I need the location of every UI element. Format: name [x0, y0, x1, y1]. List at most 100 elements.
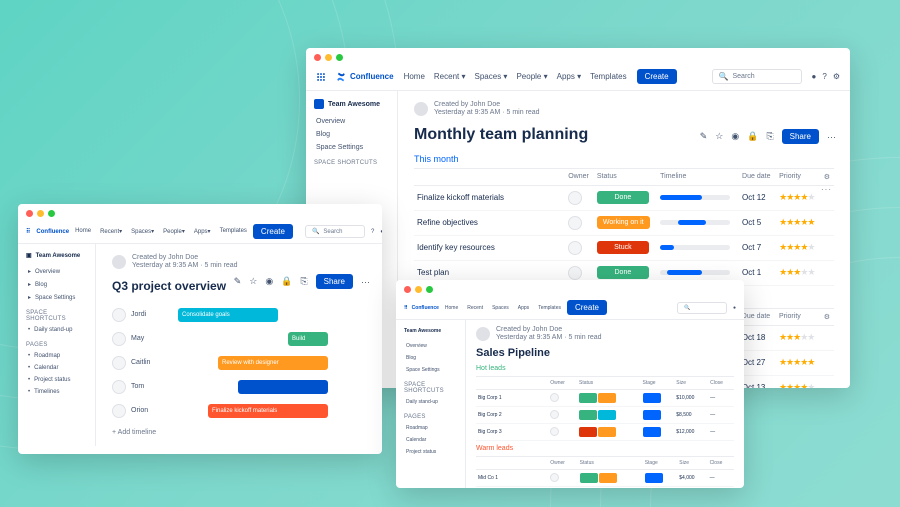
create-button[interactable]: Create: [637, 69, 677, 84]
size-cell[interactable]: $10,000: [674, 389, 708, 406]
sidebar-shortcut[interactable]: • Daily stand-up: [26, 324, 87, 336]
task-cell[interactable]: Finalize kickoff materials: [414, 185, 565, 210]
status-pill[interactable]: Stuck: [597, 241, 649, 254]
company-cell[interactable]: Big Corp 2: [476, 406, 548, 423]
close-icon[interactable]: [314, 54, 321, 61]
priority-cell[interactable]: ★★★★★: [776, 185, 821, 210]
person-avatar[interactable]: [112, 332, 126, 346]
close-cell[interactable]: —: [708, 486, 734, 488]
col-owner[interactable]: Owner: [565, 168, 594, 185]
table-row[interactable]: Identify key resources Stuck Oct 7 ★★★★★: [414, 235, 834, 260]
avatar-icon[interactable]: ●: [733, 305, 736, 311]
space-name[interactable]: ▣ Team Awesome: [26, 252, 87, 259]
space-name[interactable]: Team Awesome: [404, 328, 457, 334]
col-due[interactable]: Due date: [739, 168, 776, 185]
size-cell[interactable]: $8,500: [674, 406, 708, 423]
star-icon[interactable]: ☆: [715, 131, 723, 142]
nav-templates[interactable]: Templates: [590, 72, 626, 81]
due-cell[interactable]: Oct 7: [739, 235, 776, 260]
nav-home[interactable]: Home: [404, 72, 425, 81]
col-timeline[interactable]: Timeline: [657, 168, 739, 185]
confluence-logo[interactable]: Confluence: [336, 72, 394, 82]
nav-spaces[interactable]: Spaces ▾: [475, 72, 508, 81]
owner-avatar[interactable]: [550, 427, 559, 436]
nav-people[interactable]: People ▾: [516, 72, 547, 81]
stage-chip[interactable]: [643, 393, 661, 403]
status-chip[interactable]: [579, 393, 597, 403]
owner-avatar[interactable]: [568, 191, 582, 205]
close-icon[interactable]: [26, 210, 33, 217]
owner-avatar[interactable]: [568, 266, 582, 280]
priority-cell[interactable]: ★★★★★: [776, 235, 821, 260]
stage-chip[interactable]: [645, 473, 663, 483]
table-row[interactable]: Big Corp 2 $8,500 —: [476, 406, 734, 423]
search-input[interactable]: 🔍: [677, 302, 727, 314]
status-chip[interactable]: [598, 393, 616, 403]
status-chip[interactable]: [598, 427, 616, 437]
author-avatar[interactable]: [112, 255, 126, 269]
add-timeline-button[interactable]: + Add timeline: [112, 423, 366, 436]
link-icon[interactable]: ⎘: [300, 276, 307, 287]
due-cell[interactable]: Oct 1: [739, 260, 776, 285]
notification-icon[interactable]: ●: [812, 72, 817, 81]
search-input[interactable]: 🔍 Search: [712, 69, 802, 84]
space-name[interactable]: Team Awesome: [314, 99, 389, 109]
sidebar-overview[interactable]: ▸ Overview: [26, 265, 87, 278]
task-cell[interactable]: Identify key resources: [414, 235, 565, 260]
table-row[interactable]: Big Corp 3 $12,000 —: [476, 423, 734, 440]
sidebar-blog[interactable]: Blog: [314, 128, 389, 141]
close-cell[interactable]: —: [708, 389, 734, 406]
owner-avatar[interactable]: [550, 473, 559, 482]
person-avatar[interactable]: [112, 404, 126, 418]
minimize-icon[interactable]: [415, 286, 422, 293]
size-cell[interactable]: $12,000: [674, 423, 708, 440]
status-chip[interactable]: [580, 473, 598, 483]
close-cell[interactable]: —: [708, 469, 734, 486]
sidebar-blog[interactable]: ▸ Blog: [26, 278, 87, 291]
task-cell[interactable]: Refine objectives: [414, 210, 565, 235]
owner-avatar[interactable]: [568, 216, 582, 230]
sidebar-settings[interactable]: Space Settings: [314, 141, 389, 154]
maximize-icon[interactable]: [48, 210, 55, 217]
company-cell[interactable]: Big Corp 3: [476, 423, 548, 440]
due-cell[interactable]: Oct 5: [739, 210, 776, 235]
sidebar-overview[interactable]: Overview: [314, 115, 389, 128]
close-icon[interactable]: [404, 286, 411, 293]
avatar-icon[interactable]: ●: [380, 229, 382, 235]
help-icon[interactable]: ?: [371, 229, 374, 235]
minimize-icon[interactable]: [325, 54, 332, 61]
person-avatar[interactable]: [112, 380, 126, 394]
owner-avatar[interactable]: [550, 393, 559, 402]
stage-chip[interactable]: [643, 427, 661, 437]
owner-avatar[interactable]: [568, 241, 582, 255]
table-row[interactable]: Refine objectives Working on it Oct 5 ★★…: [414, 210, 834, 235]
sidebar-settings[interactable]: ▸ Space Settings: [26, 291, 87, 304]
stage-chip[interactable]: [643, 410, 661, 420]
priority-cell[interactable]: ★★★★★: [776, 210, 821, 235]
nav-apps[interactable]: Apps ▾: [557, 72, 581, 81]
share-button[interactable]: Share: [782, 129, 819, 144]
status-pill[interactable]: Done: [597, 266, 649, 279]
create-button[interactable]: Create: [253, 224, 293, 239]
lock-icon[interactable]: 🔒: [281, 276, 292, 287]
app-switcher-icon[interactable]: [316, 72, 326, 82]
watch-icon[interactable]: ◉: [731, 131, 739, 142]
settings-icon[interactable]: ⚙: [833, 72, 840, 81]
timeline-bar[interactable]: [660, 195, 730, 200]
gantt-bar[interactable]: Finalize kickoff materials: [208, 404, 328, 418]
more-icon[interactable]: ···: [827, 132, 836, 142]
table-row[interactable]: Big Corp 1 $10,000 —: [476, 389, 734, 406]
status-pill[interactable]: Done: [597, 191, 649, 204]
maximize-icon[interactable]: [426, 286, 433, 293]
confluence-logo[interactable]: Confluence: [36, 229, 69, 235]
due-cell[interactable]: Oct 12: [739, 185, 776, 210]
gantt-bar[interactable]: Consolidate goals: [178, 308, 278, 322]
col-status[interactable]: Status: [594, 168, 657, 185]
confluence-logo[interactable]: ⠿ Confluence: [404, 305, 439, 311]
owner-avatar[interactable]: [550, 410, 559, 419]
minimize-icon[interactable]: [37, 210, 44, 217]
person-avatar[interactable]: [112, 308, 126, 322]
gantt-bar[interactable]: [238, 380, 328, 394]
maximize-icon[interactable]: [336, 54, 343, 61]
app-switcher-icon[interactable]: ⠿: [26, 228, 30, 235]
